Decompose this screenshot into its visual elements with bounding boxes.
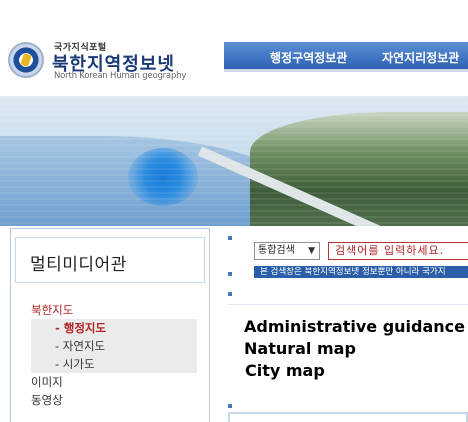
search-scope-select[interactable]: 통합검색 ▼ bbox=[254, 242, 320, 260]
content-box-top-edge bbox=[228, 412, 468, 422]
bullet-icon bbox=[228, 292, 232, 296]
sidebar-item-images[interactable]: 이미지 bbox=[31, 373, 207, 391]
sidebar-subitem-natural-map[interactable]: - 자연지도 bbox=[55, 337, 197, 355]
logo-english-subtitle: North Korean Human geography bbox=[54, 71, 187, 81]
map-type-list: Administrative guidance Natural map City… bbox=[244, 316, 465, 382]
bullet-icon bbox=[228, 272, 232, 276]
city-map-link[interactable]: City map bbox=[245, 360, 465, 382]
nav-admin-district-info[interactable]: 행정구역정보관 bbox=[270, 49, 347, 66]
search-notice-bar: 본 검색창은 북한지역정보넷 정보뿐만 아니라 국가지 bbox=[254, 266, 468, 278]
sidebar-menu: 북한지도 - 행정지도 - 자연지도 - 시가도 이미지 동영상 bbox=[31, 301, 207, 409]
search-scope-value: 통합검색 bbox=[258, 245, 295, 256]
sidebar-submenu: - 행정지도 - 자연지도 - 시가도 bbox=[31, 319, 197, 373]
portal-emblem-icon bbox=[8, 42, 44, 78]
site-header: 국가지식포털 북한지역정보넷 North Korean Human geogra… bbox=[0, 0, 468, 96]
main-content: 통합검색 ▼ 검색어를 입력하세요. 본 검색창은 북한지역정보넷 정보뿐만 아… bbox=[222, 228, 468, 422]
site-logo[interactable]: 국가지식포털 북한지역정보넷 North Korean Human geogra… bbox=[8, 38, 188, 88]
banner-texture bbox=[0, 96, 468, 226]
top-navigation: 행정구역정보관 자연지리정보관 bbox=[224, 42, 468, 72]
content-divider bbox=[228, 304, 468, 305]
sidebar: 멀티미디어관 북한지도 - 행정지도 - 자연지도 - 시가도 이미지 동영상 bbox=[10, 228, 210, 422]
chevron-down-icon: ▼ bbox=[308, 246, 315, 256]
sidebar-item-north-korea-map[interactable]: 북한지도 bbox=[31, 301, 207, 319]
search-notice-text: 본 검색창은 북한지역정보넷 정보뿐만 아니라 국가지 bbox=[260, 267, 446, 277]
bullet-icon bbox=[228, 236, 232, 240]
sidebar-subitem-city-map[interactable]: - 시가도 bbox=[55, 355, 197, 373]
sidebar-header: 멀티미디어관 bbox=[15, 237, 205, 283]
sidebar-item-videos[interactable]: 동영상 bbox=[31, 391, 207, 409]
administrative-guidance-link[interactable]: Administrative guidance bbox=[244, 316, 465, 338]
header-banner-image bbox=[0, 96, 468, 226]
natural-map-link[interactable]: Natural map bbox=[244, 338, 465, 360]
nav-natural-geography-info[interactable]: 자연지리정보관 bbox=[382, 49, 459, 66]
sidebar-title: 멀티미디어관 bbox=[30, 255, 127, 275]
search-input[interactable]: 검색어를 입력하세요. bbox=[328, 242, 468, 260]
search-bar: 통합검색 ▼ 검색어를 입력하세요. bbox=[254, 242, 468, 260]
sidebar-subitem-administrative-map[interactable]: - 행정지도 bbox=[55, 319, 197, 337]
bullet-icon bbox=[228, 404, 232, 408]
